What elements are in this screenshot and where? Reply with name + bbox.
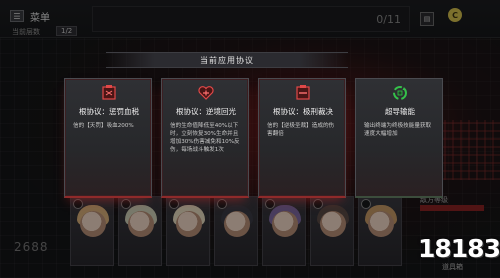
protocol-card-desc: 输出终端为终极技能量获取速度大幅增加	[364, 123, 432, 137]
red-cube-icon	[293, 84, 313, 102]
protocol-card-desc: 信的【逆极圣裁】造成的伤害翻倍	[267, 123, 335, 137]
protocol-card[interactable]: 根协议：极刑裁决 信的【逆极圣裁】造成的伤害翻倍	[258, 78, 346, 198]
protocol-card[interactable]: 根协议：逆境回光 信的生命值降低至40%以下时，立刻恢复30%生命并且增加30%…	[161, 78, 249, 198]
protocol-card-desc: 信的【天罚】吸血200%	[73, 123, 134, 129]
protocol-card-title: 根协议：惩罚血税	[79, 107, 139, 116]
protocol-dialog: 当前应用协议 根协议：惩罚血税 信的【天罚】吸血200% 根协议：逆境回光 信的…	[38, 52, 443, 200]
dialog-title: 当前应用协议	[106, 52, 348, 68]
protocol-card-title: 超导输能	[385, 107, 415, 116]
protocol-card-list: 根协议：惩罚血税 信的【天罚】吸血200% 根协议：逆境回光 信的生命值降低至4…	[64, 78, 443, 198]
site-watermark: 18183	[418, 234, 500, 263]
protocol-card[interactable]: 超导输能 输出终端为终极技能量获取速度大幅增加	[355, 78, 443, 198]
green-recycle-icon	[390, 84, 410, 102]
protocol-card-desc: 信的生命值降低至40%以下时，立刻恢复30%生命并且增加30%伤害减免和10%反…	[170, 123, 240, 153]
protocol-card-title: 根协议：极刑裁决	[273, 107, 333, 116]
red-cube-icon	[99, 84, 119, 102]
protocol-card-title: 根协议：逆境回光	[176, 107, 236, 116]
red-heart-icon	[196, 84, 216, 102]
protocol-card[interactable]: 根协议：惩罚血税 信的【天罚】吸血200%	[64, 78, 152, 198]
